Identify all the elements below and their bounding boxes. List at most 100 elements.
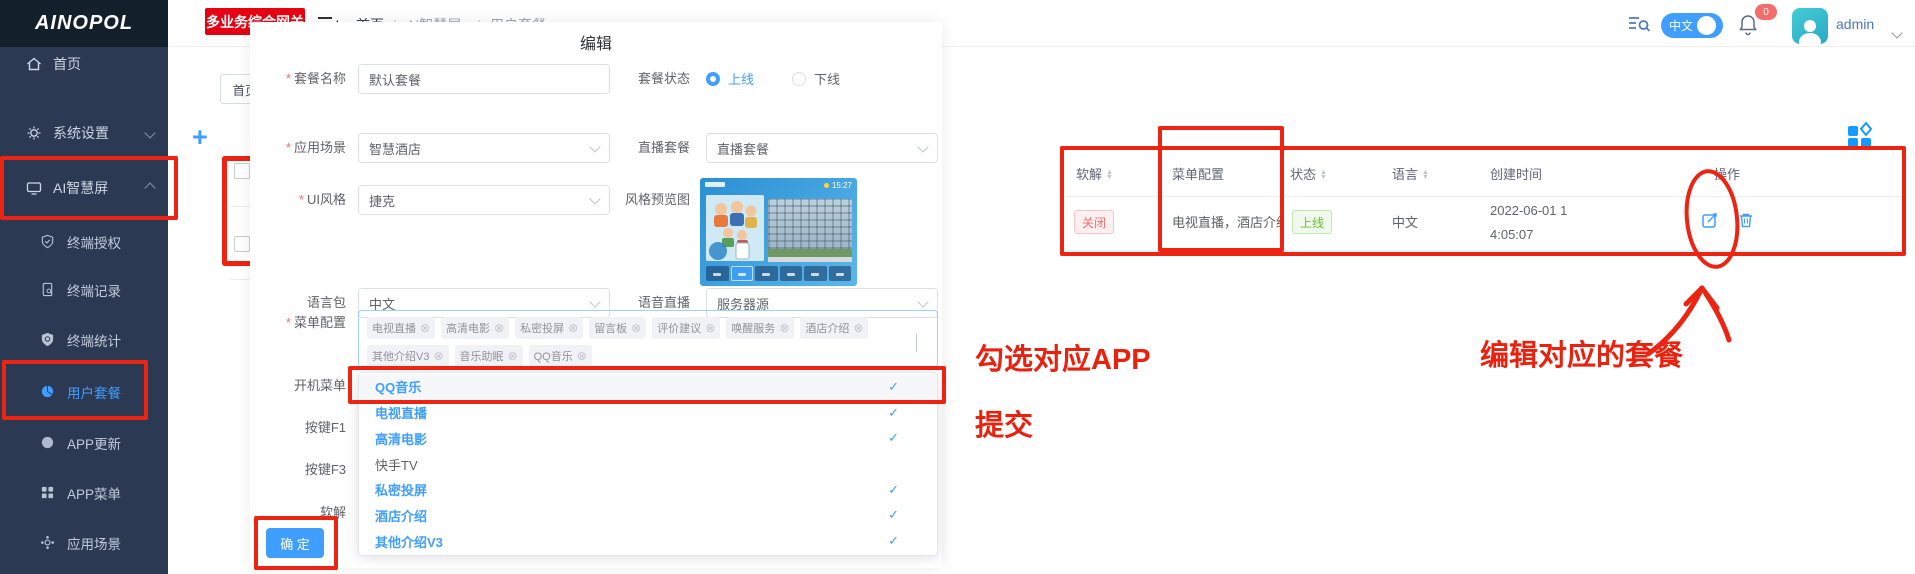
live-package-value: 直播套餐 (717, 139, 919, 158)
sidebar-item-terminal-auth[interactable]: 终端授权 (40, 231, 121, 253)
toggle-knob (1697, 16, 1716, 35)
column-header-created: 创建时间 (1490, 166, 1542, 184)
menu-tag: 酒店介绍⊗ (800, 317, 868, 339)
ui-style-select[interactable]: 捷克 (358, 185, 610, 215)
sidebar-item-label: 首页 (53, 54, 81, 74)
required-asterisk: * (299, 192, 304, 207)
preview-menu-tile (706, 266, 729, 281)
dropdown-option-kuaishou-tv[interactable]: 快手TV (359, 451, 937, 477)
column-header-status[interactable]: 状态 ▲▼ (1290, 166, 1327, 184)
remove-tag-icon[interactable]: ⊗ (779, 321, 789, 335)
app-logo-text: AINOPOL (35, 12, 133, 35)
menu-config-cell: 电视直播，酒店介绍 (1172, 214, 1280, 232)
remove-tag-icon[interactable]: ⊗ (508, 349, 518, 363)
add-icon[interactable]: + (192, 122, 208, 153)
menu-config-multiselect[interactable]: 电视直播⊗ 高清电影⊗ 私密投屏⊗ 留言板⊗ 评价建议⊗ 唤醒服务⊗ 酒店介绍⊗… (358, 310, 938, 368)
notification-badge: 0 (1755, 4, 1777, 20)
sidebar-item-home[interactable]: 首页 (26, 53, 81, 75)
sidebar-item-label: 应用场景 (67, 533, 121, 553)
sidebar-item-app-scenes[interactable]: 应用场景 (40, 532, 121, 554)
package-name-input[interactable]: 默认套餐 (358, 64, 610, 94)
field-label-package-status: 套餐状态 (596, 71, 690, 87)
menu-tag: 留言板⊗ (589, 317, 646, 339)
remove-tag-icon[interactable]: ⊗ (568, 321, 578, 335)
sidebar-item-app-menu[interactable]: APP菜单 (40, 482, 121, 504)
sidebar-item-app-update[interactable]: APP更新 (40, 432, 121, 454)
dropdown-option-qq-music[interactable]: QQ音乐✓ (359, 374, 937, 400)
sidebar-item-ai-screen[interactable]: AI智慧屏 (26, 177, 154, 199)
preview-building-photo (768, 199, 852, 249)
language-cell: 中文 (1392, 214, 1418, 232)
field-label-boot-menu: 开机菜单 (236, 378, 346, 394)
sidebar-item-terminal-records[interactable]: 终端记录 (40, 279, 121, 301)
smart-screen-icon (26, 180, 42, 196)
preview-menu-tile (755, 266, 778, 281)
gear-flower-icon (40, 535, 56, 551)
dot-icon (824, 183, 829, 188)
column-header-language[interactable]: 语言 ▲▼ (1392, 166, 1429, 184)
remove-tag-icon[interactable]: ⊗ (433, 349, 443, 363)
row-checkbox[interactable] (234, 236, 250, 252)
username[interactable]: admin (1836, 16, 1874, 32)
radio-online[interactable] (706, 72, 720, 86)
column-settings-icon[interactable] (1845, 118, 1875, 152)
dropdown-option-private-cast[interactable]: 私密投屏✓ (359, 477, 937, 503)
live-package-select[interactable]: 直播套餐 (706, 133, 938, 163)
home-icon (26, 56, 42, 72)
delete-icon[interactable] (1738, 212, 1754, 228)
column-header-soft-decode[interactable]: 软解 ▲▼ (1076, 166, 1113, 184)
sidebar-item-terminal-stats[interactable]: 终端统计 (40, 329, 121, 351)
radio-offline[interactable] (792, 72, 806, 86)
row-checkbox[interactable] (234, 163, 250, 179)
preview-menu-bar (706, 266, 851, 281)
search-list-icon[interactable] (1628, 14, 1650, 34)
circle-icon (40, 435, 56, 451)
remove-tag-icon[interactable]: ⊗ (420, 321, 430, 335)
dropdown-option-hd-movies[interactable]: 高清电影✓ (359, 425, 937, 451)
remove-tag-icon[interactable]: ⊗ (631, 321, 641, 335)
field-label-soft-decode: 软解 (236, 505, 346, 521)
field-label-ui-style: *UI风格 (236, 192, 346, 208)
grid-icon (40, 485, 56, 501)
remove-tag-icon[interactable]: ⊗ (494, 321, 504, 335)
avatar[interactable] (1792, 8, 1828, 44)
user-caret-icon[interactable] (1893, 24, 1901, 42)
tablet-icon (40, 282, 56, 298)
dropdown-option-hotel-intro[interactable]: 酒店介绍✓ (359, 503, 937, 529)
language-toggle[interactable]: 中文 (1661, 13, 1723, 38)
sidebar-item-system-settings[interactable]: 系统设置 (26, 122, 154, 144)
app-logo: AINOPOL (0, 0, 168, 47)
app-scene-select[interactable]: 智慧酒店 (358, 133, 610, 163)
preview-time: 15:27 (832, 181, 852, 190)
dialog-title: 编辑 (250, 30, 942, 54)
remove-tag-icon[interactable]: ⊗ (577, 349, 587, 363)
sidebar-item-user-packages[interactable]: 用户套餐 (40, 381, 121, 403)
menu-tag: 音乐助眠⊗ (455, 345, 523, 367)
app-window: AINOPOL 首页 系统设置 AI智慧屏 终端授权 (0, 0, 1915, 574)
confirm-button[interactable]: 确 定 (266, 528, 324, 558)
edit-icon[interactable] (1702, 212, 1718, 228)
field-label-key-f3: 按键F3 (236, 462, 346, 478)
column-header-actions: 操作 (1714, 166, 1740, 184)
dropdown-option-other-intro-v3[interactable]: 其他介绍V3✓ (359, 528, 937, 554)
sidebar-item-label: 终端统计 (67, 330, 121, 350)
style-preview-image: 15:27 (700, 178, 857, 286)
remove-tag-icon[interactable]: ⊗ (705, 321, 715, 335)
sidebar-item-label: 终端授权 (67, 232, 121, 252)
app-scene-value: 智慧酒店 (369, 139, 591, 158)
gear-icon (26, 125, 42, 141)
dropdown-option-tv-live[interactable]: 电视直播✓ (359, 400, 937, 426)
sort-icon[interactable]: ▲▼ (1320, 170, 1327, 180)
remove-tag-icon[interactable]: ⊗ (853, 321, 863, 335)
sort-icon[interactable]: ▲▼ (1106, 170, 1113, 180)
check-icon: ✓ (888, 533, 899, 549)
bell-icon[interactable] (1738, 14, 1758, 36)
annotation-submit: 提交 (975, 402, 1033, 444)
radio-offline-label[interactable]: 下线 (814, 72, 840, 88)
preview-menu-tile (829, 266, 852, 281)
radio-online-label[interactable]: 上线 (728, 72, 754, 88)
preview-menu-tile-active (731, 266, 754, 281)
pie-icon (40, 384, 56, 400)
sort-icon[interactable]: ▲▼ (1422, 170, 1429, 180)
menu-tag: 其他介绍V3⊗ (367, 345, 449, 367)
